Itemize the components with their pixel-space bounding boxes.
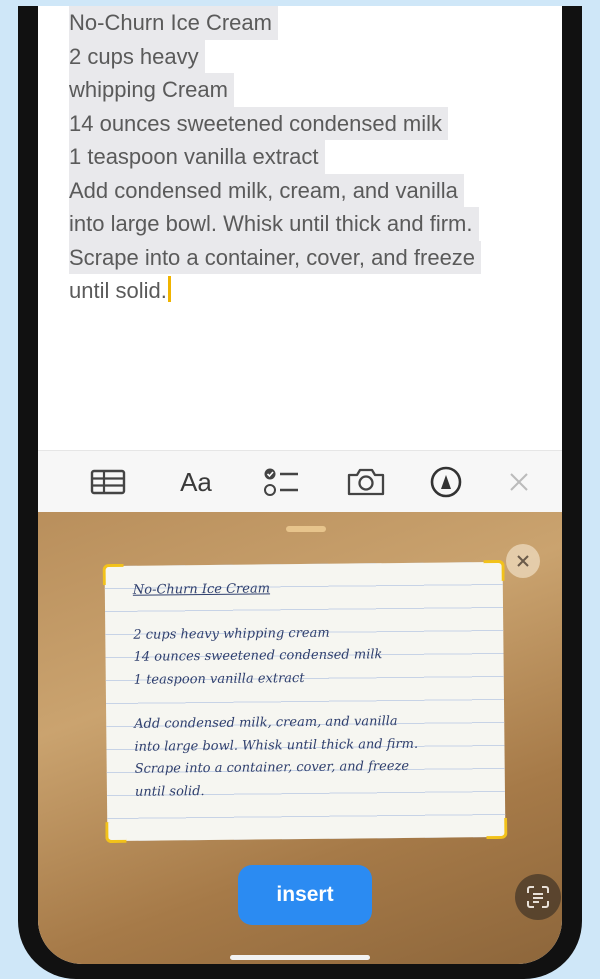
note-line: into large bowl. Whisk until thick and f… <box>69 207 539 241</box>
note-line-text: No-Churn Ice Cream <box>69 6 278 40</box>
scan-close-button[interactable] <box>506 544 540 578</box>
note-line-text: Add condensed milk, cream, and vanilla <box>69 173 464 207</box>
note-line-text: until solid. <box>69 278 167 303</box>
note-line: Add condensed milk, cream, and vanilla <box>69 173 539 207</box>
note-line: 1 teaspoon vanilla extract <box>69 140 539 174</box>
note-line-text: 1 teaspoon vanilla extract <box>69 140 325 174</box>
note-line: 14 ounces sweetened condensed milk <box>69 106 539 140</box>
close-icon <box>517 555 529 567</box>
markup-icon[interactable] <box>426 465 466 499</box>
home-indicator[interactable] <box>230 955 370 960</box>
note-line: Scrape into a container, cover, and free… <box>69 240 539 274</box>
note-line-text: whipping Cream <box>69 73 234 107</box>
screen: No-Churn Ice Cream 2 cups heavy whipping… <box>38 6 562 964</box>
text-scan-button[interactable] <box>515 874 561 920</box>
scanned-paper: No-Churn Ice Cream 2 cups heavy whipping… <box>102 559 508 844</box>
note-line-text: Scrape into a container, cover, and free… <box>69 240 482 274</box>
note-body[interactable]: No-Churn Ice Cream 2 cups heavy whipping… <box>69 6 539 308</box>
scan-corner <box>102 563 124 586</box>
camera-icon[interactable] <box>346 465 386 499</box>
note-line: until solid. <box>69 274 539 308</box>
note-line: whipping Cream <box>69 73 539 107</box>
insert-button[interactable]: insert <box>238 865 372 925</box>
note-line: No-Churn Ice Cream <box>69 6 539 40</box>
live-text-icon <box>527 886 549 908</box>
format-button[interactable]: Aa <box>174 465 218 499</box>
handwritten-text: No-Churn Ice Cream 2 cups heavy whipping… <box>133 576 495 804</box>
scan-corner <box>105 821 127 844</box>
phone-frame: No-Churn Ice Cream 2 cups heavy whipping… <box>18 6 582 979</box>
camera-scan-view: No-Churn Ice Cream 2 cups heavy whipping… <box>38 512 562 964</box>
sheet-grabber[interactable] <box>286 526 326 532</box>
text-caret <box>167 276 171 302</box>
scan-corner <box>486 817 508 840</box>
note-line: 2 cups heavy <box>69 39 539 73</box>
note-line-text: 14 ounces sweetened condensed milk <box>69 106 449 140</box>
note-line-text: into large bowl. Whisk until thick and f… <box>69 207 479 241</box>
table-icon[interactable] <box>90 465 126 499</box>
notes-toolbar: Aa <box>38 450 562 513</box>
paper-line: until solid. <box>134 783 205 800</box>
checklist-icon[interactable] <box>262 465 302 499</box>
note-line-text: 2 cups heavy <box>69 39 205 73</box>
close-icon[interactable] <box>504 465 534 499</box>
